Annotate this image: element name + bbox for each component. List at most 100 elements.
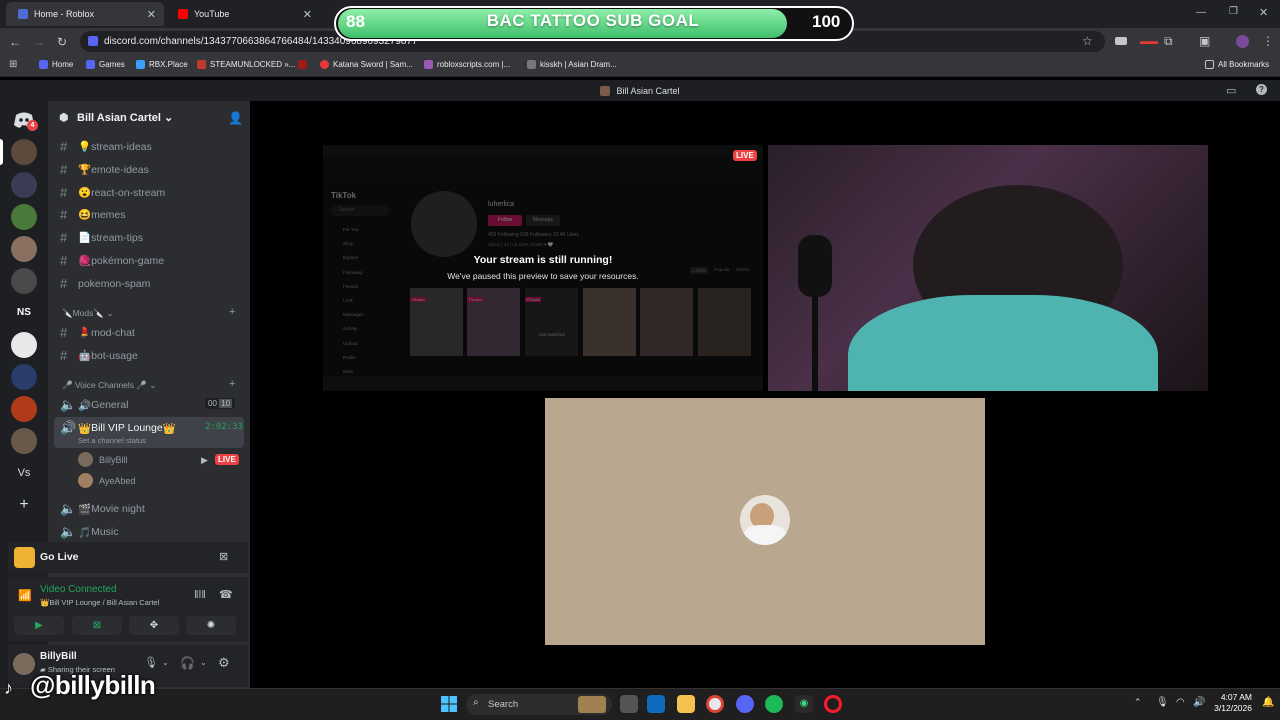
channel-pokemon-game[interactable]: # 🧶 pokémon-game (60, 253, 164, 268)
close-icon[interactable]: ✕ (147, 8, 156, 21)
voice-channel-movie[interactable]: 🔈 🎬 Movie night (60, 501, 145, 517)
activities-button[interactable]: ✥ (129, 616, 179, 635)
channel-react-on-stream[interactable]: # 😮 react-on-stream (60, 185, 165, 200)
connection-location[interactable]: 👑Bill VIP Lounge / Bill Asian Cartel (40, 598, 159, 607)
all-bookmarks[interactable]: All Bookmarks (1205, 60, 1269, 69)
invite-icon[interactable]: 👤 (228, 111, 243, 125)
chevron-down-icon[interactable]: ⌄ (162, 658, 169, 667)
file-explorer-icon[interactable] (677, 695, 695, 713)
stream-icon[interactable]: ⊠ (219, 550, 228, 563)
server-icon[interactable]: Vs (11, 460, 37, 486)
voice-channel-general[interactable]: 🔈 🔊 General (60, 397, 128, 413)
channel-bot-usage[interactable]: # 🤖 bot-usage (60, 348, 138, 363)
bookmark[interactable] (298, 60, 311, 69)
channel-stream-tips[interactable]: # 📄 stream-tips (60, 230, 143, 245)
microphone-icon[interactable]: 🎙 (144, 656, 158, 669)
taskbar-clock[interactable]: 4:07 AM 3/12/2026 (1208, 692, 1252, 714)
server-icon[interactable]: NS (11, 300, 37, 326)
server-icon[interactable] (11, 428, 37, 454)
add-channel-icon[interactable]: + (229, 378, 235, 390)
minimize-icon[interactable]: — (1196, 7, 1206, 18)
wifi-icon[interactable]: ◠ (1176, 697, 1185, 708)
chevron-up-icon[interactable]: ⌃ (1134, 697, 1142, 708)
screen-share-tile[interactable]: TikTok Search For You Shop Explore Followin… (323, 145, 763, 391)
notification-bell-icon[interactable]: 🔔 (1262, 697, 1274, 708)
server-icon[interactable] (11, 396, 37, 422)
maximize-icon[interactable]: ❐ (1229, 6, 1238, 17)
server-icon[interactable] (11, 332, 37, 358)
signal-icon[interactable]: 📶 (18, 589, 32, 602)
voice-member[interactable]: AyeAbed (78, 473, 135, 488)
chrome-icon[interactable] (706, 695, 724, 713)
help-icon[interactable]: ? (1256, 84, 1267, 95)
server-icon[interactable] (11, 364, 37, 390)
taskbar-search[interactable]: ⌕ Search (466, 694, 612, 715)
browser-tab[interactable]: Home - Roblox ✕ (6, 2, 164, 26)
chevron-down-icon[interactable]: ⌄ (200, 658, 207, 667)
channel-mod-chat[interactable]: # 💄 mod-chat (60, 325, 135, 340)
category-voice[interactable]: 🎤 Voice Channels 🎤 ⌄ (62, 380, 156, 391)
preview-paused-subtitle: We've paused this preview to save your r… (447, 271, 639, 281)
spotify-icon[interactable] (765, 695, 783, 713)
windows-start-icon[interactable] (441, 696, 457, 712)
screen-share-button[interactable]: ⊠ (72, 616, 122, 635)
bookmark[interactable]: RBX.Place (136, 60, 188, 69)
profile-avatar[interactable] (1236, 35, 1249, 48)
server-icon[interactable] (11, 268, 37, 294)
headphones-icon[interactable]: 🎧 (180, 656, 195, 670)
bookmark[interactable]: kisskh | Asian Dram... (527, 60, 617, 69)
discord-icon[interactable] (736, 695, 754, 713)
bookmark[interactable]: Games (86, 60, 125, 69)
star-icon[interactable]: ☆ (1082, 34, 1093, 48)
volume-icon[interactable]: 🔊 (1193, 697, 1205, 708)
camera-button[interactable]: ▶ (14, 616, 64, 635)
channel-stream-ideas[interactable]: # 💡 stream-ideas (60, 139, 152, 154)
side-panel-icon[interactable]: ▣ (1199, 34, 1210, 48)
browser-tab[interactable]: YouTube ✕ (166, 2, 320, 26)
add-server-icon[interactable]: + (11, 492, 37, 518)
window-title: Bill Asian Cartel (616, 85, 680, 96)
bookmark[interactable]: Katana Sword | Sam... (320, 60, 413, 69)
microphone-icon[interactable]: 🎙 (1156, 697, 1169, 708)
bookmark[interactable]: STEAMUNLOCKED »... (197, 60, 295, 69)
back-icon[interactable]: ← (9, 35, 21, 49)
inbox-icon[interactable]: ▭ (1226, 84, 1236, 97)
extension-icon[interactable] (1115, 37, 1127, 45)
go-live-label[interactable]: Go Live (40, 551, 79, 563)
server-icon[interactable] (11, 172, 37, 198)
server-icon[interactable] (11, 139, 37, 165)
voice-channel-music[interactable]: 🔈 🎵 Music (60, 524, 119, 540)
channel-memes[interactable]: # 😆 memes (60, 207, 126, 222)
soundboard-button[interactable]: ✺ (186, 616, 236, 635)
voice-channel-vip[interactable]: 🔊 👑 Bill VIP Lounge 👑 (60, 420, 176, 436)
apps-icon[interactable]: ⊞ (9, 59, 17, 70)
channel-status[interactable]: Set a channel status (78, 436, 146, 445)
settings-gear-icon[interactable]: ⚙ (218, 655, 230, 671)
extension-icon[interactable]: ▬▬ (1140, 36, 1158, 46)
bookmark[interactable]: Home (39, 60, 73, 69)
category-mods[interactable]: 🔪Mods🔪 ⌄ (62, 308, 113, 319)
close-icon[interactable]: ✕ (303, 8, 312, 21)
channel-emote-ideas[interactable]: # 🏆 emote-ideas (60, 162, 149, 177)
store-icon[interactable] (647, 695, 665, 713)
user-avatar-tile[interactable] (545, 398, 985, 645)
channel-pokemon-spam[interactable]: # pokemon-spam (60, 276, 150, 291)
noise-suppression-icon[interactable]: ǁǀǁ (194, 589, 206, 601)
disconnect-icon[interactable]: ☎ (219, 588, 233, 601)
extensions-puzzle-icon[interactable]: ⧉ (1164, 34, 1173, 49)
server-icon[interactable] (11, 236, 37, 262)
server-icon[interactable] (11, 204, 37, 230)
opera-icon[interactable] (824, 695, 842, 713)
app-icon[interactable]: ◉ (795, 695, 813, 713)
menu-icon[interactable]: ⋮ (1262, 34, 1274, 48)
close-window-icon[interactable]: ✕ (1259, 6, 1268, 19)
voice-member[interactable]: BillyBill (78, 452, 128, 467)
reload-icon[interactable]: ↻ (57, 35, 67, 49)
webcam-tile[interactable] (768, 145, 1208, 391)
site-info-icon[interactable] (88, 36, 98, 46)
forward-icon[interactable]: → (33, 35, 45, 49)
add-channel-icon[interactable]: + (229, 306, 235, 318)
task-view-icon[interactable] (620, 695, 638, 713)
bookmark[interactable]: robloxscripts.com |... (424, 60, 510, 69)
guild-name[interactable]: Bill Asian Cartel ⌄ (77, 111, 173, 124)
